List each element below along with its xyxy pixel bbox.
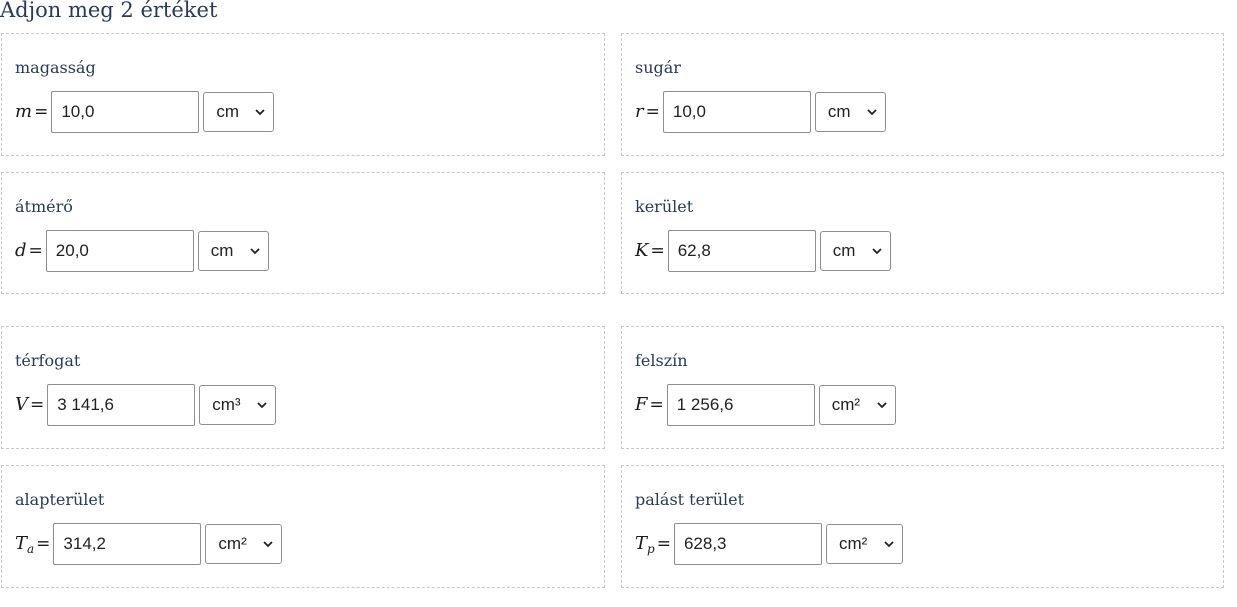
selected-unit: cm (827, 102, 851, 121)
equals-sign: = (30, 395, 45, 415)
field-label: sugár (635, 58, 681, 77)
chevron-down-icon (877, 402, 887, 409)
lateral-area-unit-select[interactable]: cm² (825, 524, 903, 564)
equals-sign: = (645, 102, 660, 122)
field-card-lateral-area: palást terület Tp = cm² (621, 465, 1224, 588)
field-label: felszín (635, 351, 688, 370)
field-label: térfogat (15, 351, 81, 370)
selected-unit: cm (832, 241, 856, 260)
field-card-perimeter: kerület K = cm (621, 172, 1224, 294)
page-title: Adjon meg 2 értéket (0, 0, 218, 22)
equals-sign: = (656, 534, 671, 554)
field-card-radius: sugár r = cm (621, 33, 1224, 156)
selected-unit: cm (210, 241, 234, 260)
selected-unit: cm (216, 102, 239, 121)
field-card-base-area: alapterület Ta = cm² (1, 465, 605, 588)
symbol: r (635, 100, 644, 122)
selected-unit: cm² (838, 534, 868, 553)
field-card-diameter: átmérő d = cm (1, 172, 605, 294)
chevron-down-icon (263, 541, 274, 548)
chevron-down-icon (884, 541, 894, 548)
equals-sign: = (34, 102, 49, 122)
selected-unit: cm² (218, 534, 247, 553)
field-label: alapterület (15, 490, 105, 509)
chevron-down-icon (250, 248, 260, 255)
equals-sign: = (28, 241, 43, 261)
volume-input[interactable] (47, 384, 196, 426)
chevron-down-icon (257, 402, 267, 409)
equals-sign: = (649, 395, 664, 415)
selected-unit: cm² (831, 395, 861, 414)
field-label: palást terület (635, 490, 745, 509)
surface-unit-select[interactable]: cm² (818, 385, 896, 425)
surface-input[interactable] (666, 384, 815, 426)
lateral-area-input[interactable] (673, 523, 822, 565)
field-label: kerület (635, 197, 694, 216)
base-area-input[interactable] (53, 523, 202, 565)
selected-unit: cm³ (212, 395, 241, 414)
symbol: F (635, 393, 648, 415)
perimeter-input[interactable] (667, 230, 816, 272)
chevron-down-icon (872, 248, 882, 255)
equals-sign: = (650, 241, 665, 261)
field-card-height: magasság m = cm (1, 33, 605, 156)
symbol: d (15, 239, 27, 261)
chevron-down-icon (867, 109, 877, 116)
symbol: Tp (635, 532, 655, 556)
field-label: átmérő (15, 197, 73, 216)
volume-unit-select[interactable]: cm³ (199, 385, 277, 425)
base-area-unit-select[interactable]: cm² (205, 524, 283, 564)
symbol: m (15, 100, 33, 122)
perimeter-unit-select[interactable]: cm (819, 231, 891, 271)
symbol: K (635, 239, 649, 261)
radius-input[interactable] (662, 91, 811, 133)
field-card-surface: felszín F = cm² (621, 326, 1224, 449)
height-unit-select[interactable]: cm (203, 92, 275, 132)
field-label: magasság (15, 58, 96, 77)
radius-unit-select[interactable]: cm (814, 92, 886, 132)
field-card-volume: térfogat V = cm³ (1, 326, 605, 449)
symbol: Ta (15, 532, 35, 556)
diameter-unit-select[interactable]: cm (197, 231, 269, 271)
height-input[interactable] (51, 91, 200, 133)
equals-sign: = (36, 534, 51, 554)
symbol: V (15, 393, 28, 415)
diameter-input[interactable] (45, 230, 194, 272)
chevron-down-icon (255, 109, 265, 116)
